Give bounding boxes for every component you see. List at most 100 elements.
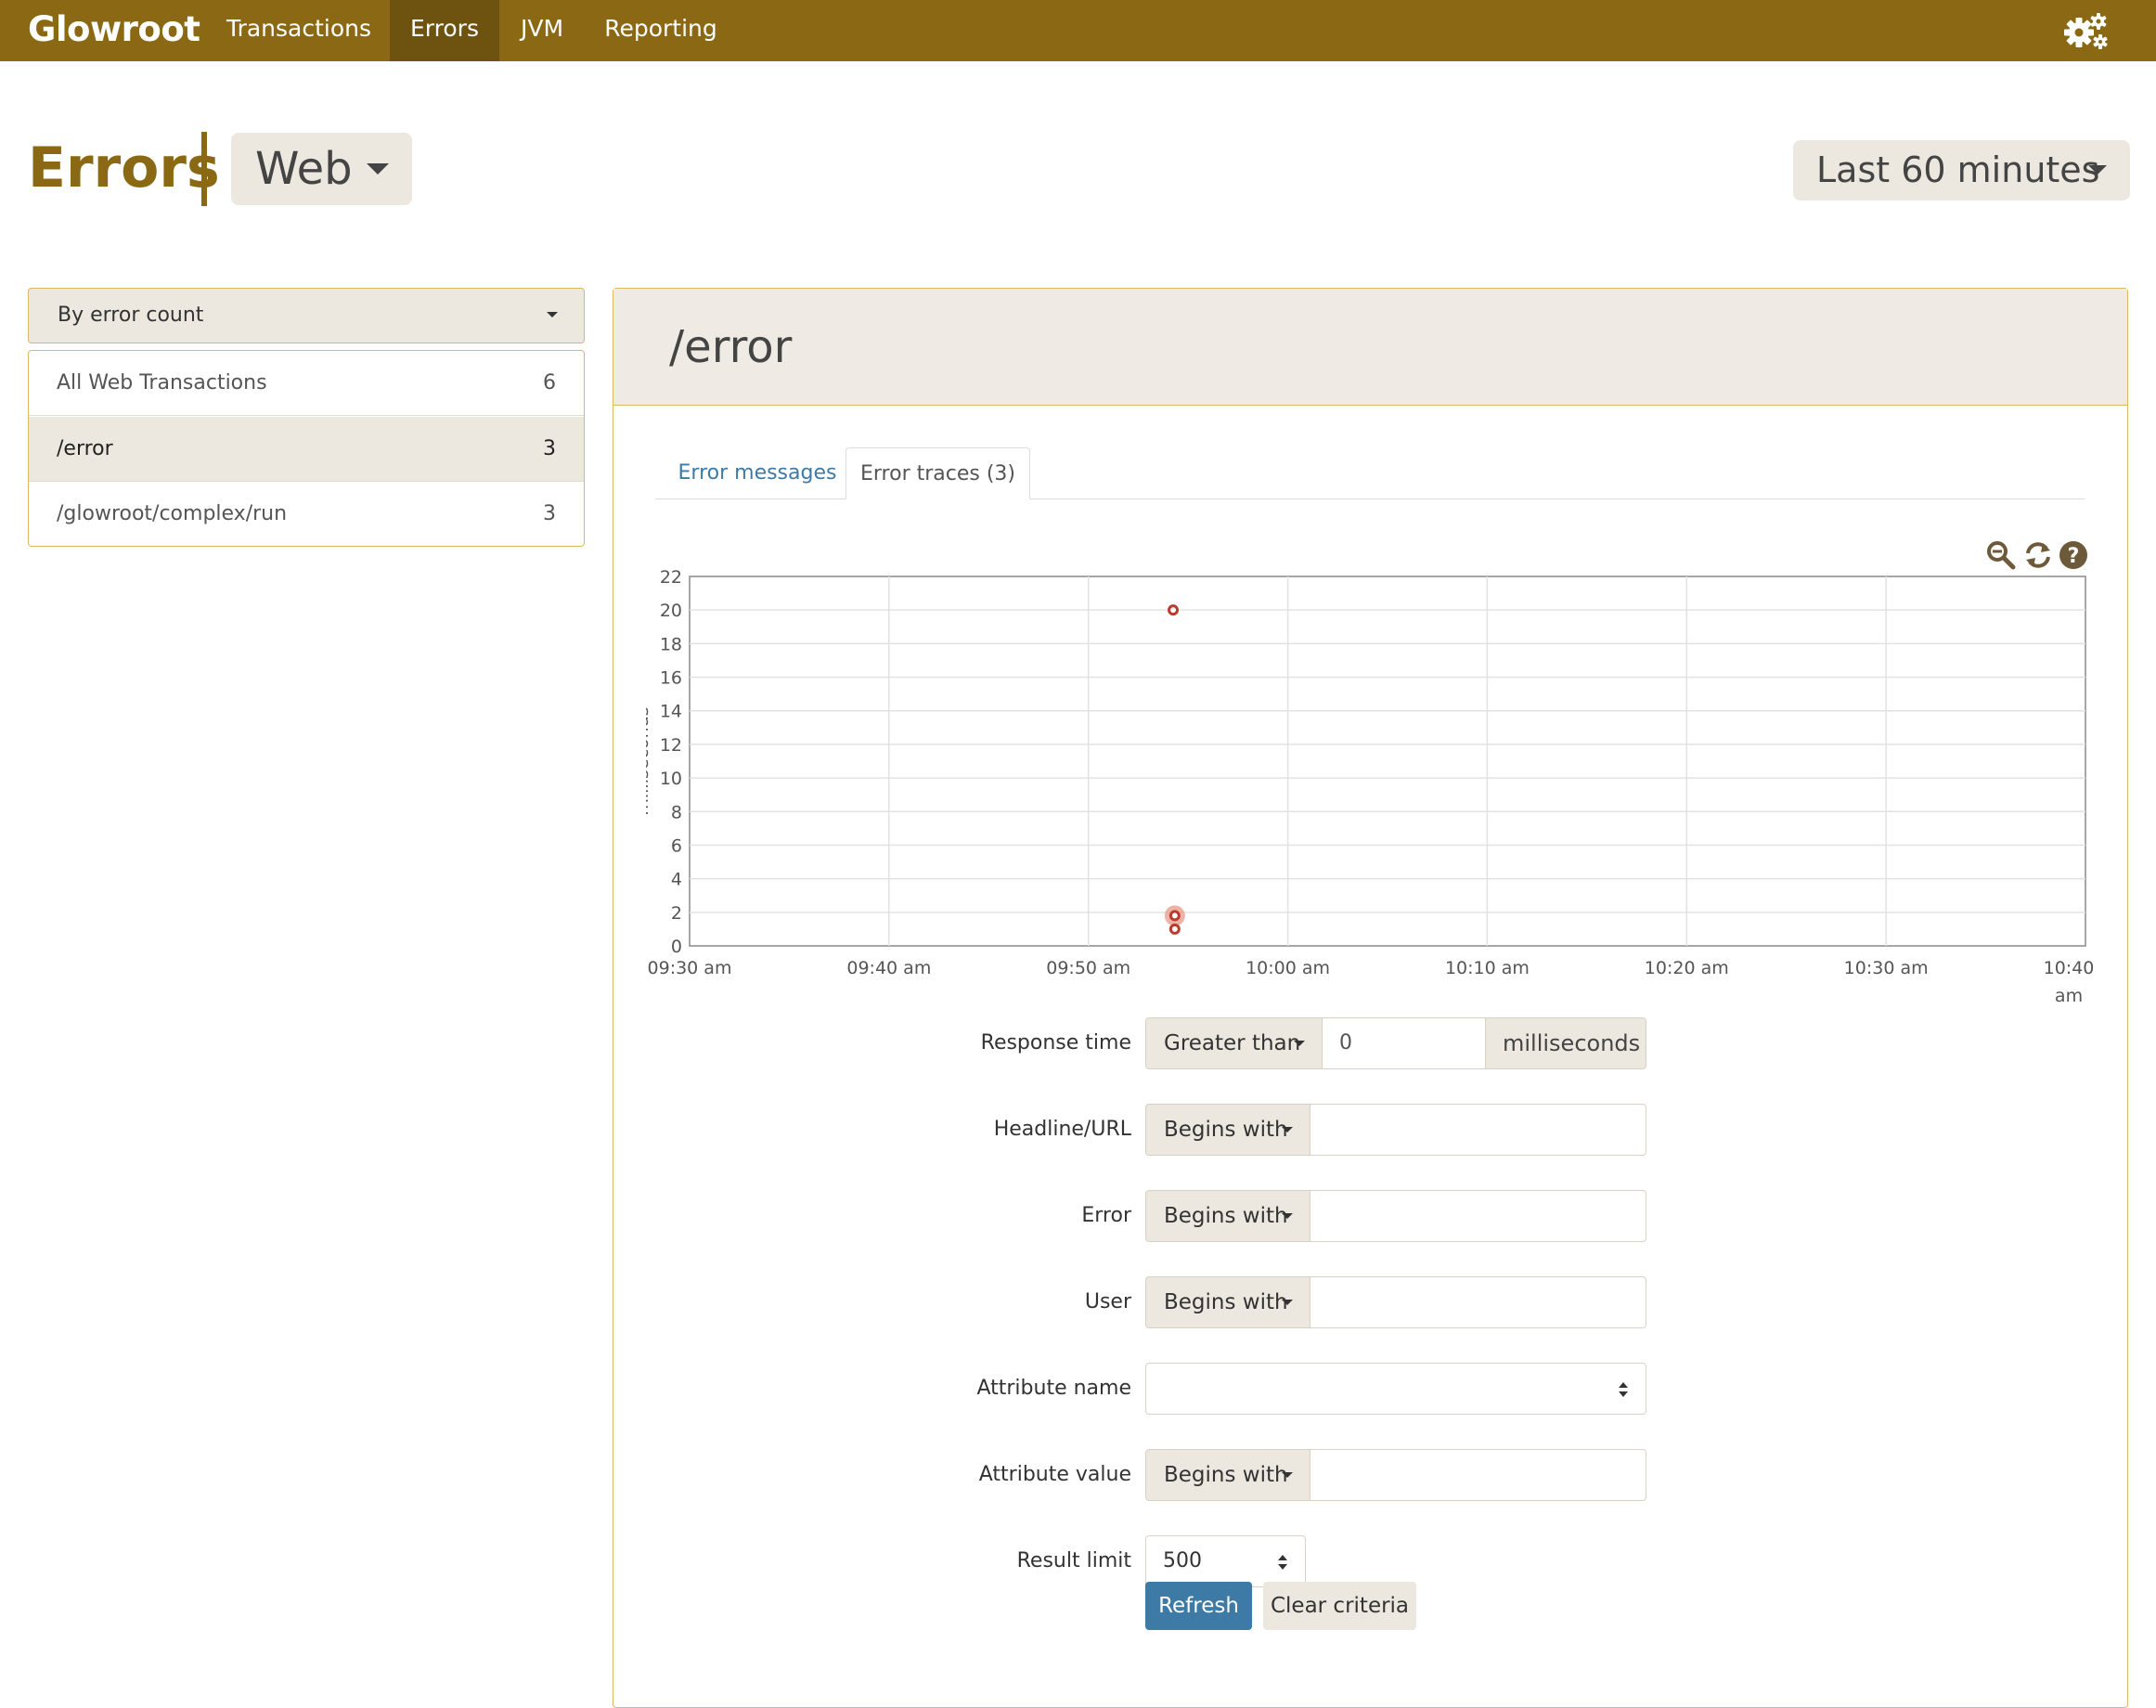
select-arrows-icon (1278, 1555, 1287, 1570)
caret-down-icon (1282, 1127, 1293, 1132)
x-tick-label: 10:10 am (1445, 958, 1530, 978)
error-operator[interactable]: Begins with (1145, 1190, 1310, 1242)
operator-label: Begins with (1164, 1290, 1288, 1314)
transaction-count: 3 (543, 437, 556, 460)
plot-area (689, 576, 2086, 947)
transaction-name: /glowroot/complex/run (57, 502, 288, 525)
data-point[interactable] (1168, 910, 1181, 922)
milliseconds-addon: milliseconds (1486, 1017, 1646, 1069)
caret-down-icon (2088, 165, 2107, 175)
panel-header: /error (613, 289, 2127, 406)
caret-down-icon (547, 312, 558, 317)
nav-reporting[interactable]: Reporting (587, 0, 735, 61)
y-tick-label: 10 (660, 769, 682, 789)
response-time-input[interactable]: 0 (1323, 1017, 1486, 1069)
y-tick-label: 16 (660, 668, 682, 689)
headline-label: Headline/URL (993, 1118, 1131, 1141)
y-tick-label: 8 (671, 802, 682, 822)
page-title: Errors (28, 136, 220, 201)
transaction-title: /error (669, 321, 793, 373)
headline-row: Begins with (1145, 1104, 1646, 1156)
sort-by-select[interactable]: By error count (28, 288, 585, 343)
y-tick-label: 0 (671, 937, 682, 957)
transaction-name: All Web Transactions (57, 371, 267, 395)
response-time-operator[interactable]: Greater than (1145, 1017, 1323, 1069)
y-tick-label: 6 (671, 835, 682, 856)
x-tick-label: 09:50 am (1046, 958, 1130, 978)
help-icon[interactable]: ? (2058, 539, 2089, 571)
result-limit-row: 500 (1145, 1535, 1306, 1587)
x-tick-label: 10:00 am (1246, 958, 1330, 978)
top-navbar: Glowroot Transactions Errors JVM Reporti… (0, 0, 2156, 61)
error-row: Begins with (1145, 1190, 1646, 1242)
result-limit-label: Result limit (1016, 1549, 1131, 1572)
headline-input[interactable] (1310, 1104, 1646, 1156)
transaction-list: All Web Transactions 6 /error 3 /glowroo… (28, 350, 585, 547)
x-tick-label: 10:30 am (1844, 958, 1929, 978)
operator-label: Begins with (1164, 1204, 1288, 1228)
nav-errors[interactable]: Errors (390, 0, 499, 61)
data-point[interactable] (1168, 923, 1181, 935)
caret-down-icon (1282, 1300, 1293, 1305)
operator-label: Begins with (1164, 1463, 1288, 1487)
zoom-out-icon[interactable] (1985, 539, 2017, 571)
tab-error-traces[interactable]: Error traces (3) (846, 447, 1030, 499)
y-tick-label: 14 (660, 702, 682, 722)
time-range-dropdown[interactable]: Last 60 minutes (1793, 140, 2130, 201)
x-tick-label-suffix: am (2055, 986, 2083, 1006)
user-row: Begins with (1145, 1276, 1646, 1328)
y-tick-label: 2 (671, 903, 682, 924)
title-separator (201, 132, 207, 206)
attribute-value-row: Begins with (1145, 1449, 1646, 1501)
y-tick-label: 22 (660, 567, 682, 588)
nav-jvm[interactable]: JVM (501, 0, 583, 61)
caret-down-icon (1282, 1213, 1293, 1219)
error-input[interactable] (1310, 1190, 1646, 1242)
attribute-name-label: Attribute name (976, 1377, 1131, 1400)
caret-down-icon (1282, 1472, 1293, 1478)
y-tick-label: 18 (660, 634, 682, 654)
operator-label: Greater than (1164, 1031, 1301, 1055)
response-time-label: Response time (980, 1031, 1131, 1055)
refresh-icon[interactable] (2022, 539, 2054, 571)
y-tick-label: 20 (660, 601, 682, 621)
attribute-value-operator[interactable]: Begins with (1145, 1449, 1310, 1501)
transaction-count: 6 (543, 371, 556, 395)
select-arrows-icon (1619, 1382, 1628, 1397)
svg-text:?: ? (2068, 545, 2080, 568)
data-point[interactable] (1168, 604, 1180, 616)
main-panel: /error Error messages Error traces (3) ?… (613, 288, 2128, 1708)
response-time-row: Greater than 0 milliseconds (1145, 1017, 1646, 1069)
result-limit-value: 500 (1163, 1549, 1202, 1572)
result-limit-select[interactable]: 500 (1145, 1535, 1306, 1587)
refresh-button[interactable]: Refresh (1145, 1582, 1252, 1630)
sort-by-label: By error count (58, 304, 204, 327)
transaction-count: 3 (543, 502, 556, 525)
caret-down-icon (1294, 1041, 1305, 1046)
y-tick-label: 4 (671, 870, 682, 890)
headline-operator[interactable]: Begins with (1145, 1104, 1310, 1156)
user-label: User (1084, 1290, 1131, 1313)
x-tick-label: 09:40 am (846, 958, 931, 978)
attribute-value-label: Attribute value (978, 1463, 1131, 1486)
caret-down-icon (367, 163, 389, 175)
nav-transactions[interactable]: Transactions (212, 0, 386, 61)
time-range-label: Last 60 minutes (1816, 149, 2100, 190)
tab-error-messages[interactable]: Error messages (665, 447, 850, 499)
attribute-value-input[interactable] (1310, 1449, 1646, 1501)
x-tick-label: 10:40 (2044, 958, 2095, 978)
y-tick-label: 12 (660, 735, 682, 756)
user-operator[interactable]: Begins with (1145, 1276, 1310, 1328)
agent-rollup-dropdown[interactable]: Web (231, 133, 412, 205)
transaction-item[interactable]: All Web Transactions 6 (29, 351, 584, 416)
error-label: Error (1081, 1204, 1131, 1227)
clear-criteria-button[interactable]: Clear criteria (1263, 1582, 1416, 1630)
transaction-item[interactable]: /glowroot/complex/run 3 (29, 482, 584, 546)
transaction-item-active[interactable]: /error 3 (29, 417, 584, 482)
gears-icon[interactable] (2060, 9, 2112, 52)
user-input[interactable] (1310, 1276, 1646, 1328)
attribute-name-select[interactable] (1145, 1363, 1646, 1415)
y-axis-label: milliseconds (646, 706, 652, 815)
brand-logo[interactable]: Glowroot (28, 4, 200, 56)
operator-label: Begins with (1164, 1118, 1288, 1142)
